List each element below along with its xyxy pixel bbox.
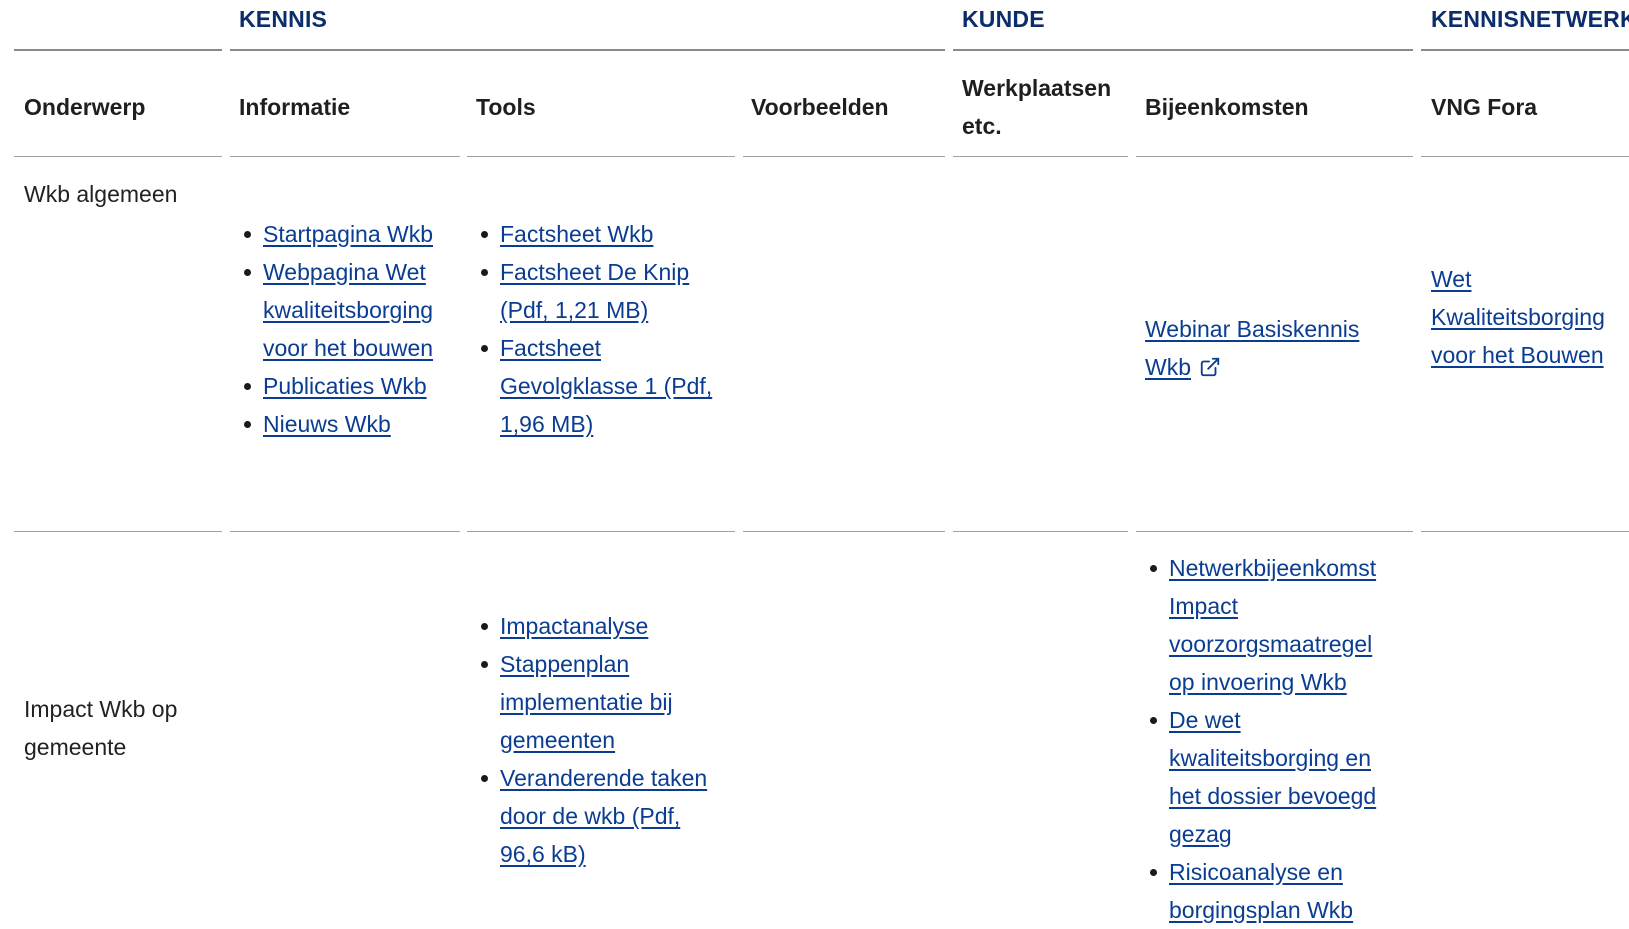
link-webpagina-wkb[interactable]: Webpagina Wet kwaliteitsborging voor het… [263, 259, 433, 361]
vng-fora-cell: Wet Kwaliteitsborging voor het Bouwen [1431, 260, 1626, 374]
rule-header-2 [230, 156, 460, 157]
rule-header-5 [953, 156, 1128, 157]
link-publicaties-wkb[interactable]: Publicaties Wkb [263, 373, 427, 399]
column-header-informatie: Informatie [239, 94, 351, 120]
list-item: De wet kwaliteitsborging en het dossier … [1145, 701, 1397, 853]
rule-row-6 [1136, 531, 1413, 532]
link-startpagina-wkb[interactable]: Startpagina Wkb [263, 221, 433, 247]
list-item: Risicoanalyse en borgingsplan Wkb [1145, 853, 1397, 929]
rule-row-4 [743, 531, 945, 532]
link-impactanalyse[interactable]: Impactanalyse [500, 613, 648, 639]
bijeenkomsten-list: Netwerkbijeenkomst Impact voorzorgsmaatr… [1145, 549, 1397, 929]
column-header-werkplaatsen: Werkplaatsen etc. [962, 75, 1112, 139]
link-stappenplan-implementatie[interactable]: Stappenplan implementatie bij gemeenten [500, 651, 673, 753]
informatie-list: Startpagina Wkb Webpagina Wet kwaliteits… [239, 215, 459, 443]
rule-row-3 [467, 531, 735, 532]
rule-group-kunde [953, 49, 1413, 51]
link-wet-kwaliteitsborging-dossier[interactable]: De wet kwaliteitsborging en het dossier … [1169, 707, 1376, 847]
rule-header-3 [467, 156, 735, 157]
list-item: Veranderende taken door de wkb (Pdf, 96,… [476, 759, 726, 873]
link-text: Webinar Basiskennis Wkb [1145, 316, 1360, 380]
link-factsheet-gevolgklasse-1[interactable]: Factsheet Gevolgklasse 1 (Pdf, 1,96 MB) [500, 335, 712, 437]
list-item: Impactanalyse [476, 607, 726, 645]
rule-header-1 [14, 156, 222, 157]
rule-group-onderwerp [14, 49, 222, 51]
column-header-vng-fora: VNG Fora [1431, 94, 1538, 120]
group-heading-kennisnetwerk: KENNISNETWERK [1431, 6, 1629, 32]
column-header-tools: Tools [476, 94, 536, 120]
list-item: Factsheet De Knip (Pdf, 1,21 MB) [476, 253, 726, 329]
rule-header-6 [1136, 156, 1413, 157]
link-factsheet-wkb[interactable]: Factsheet Wkb [500, 221, 653, 247]
rule-row-2 [230, 531, 460, 532]
list-item: Netwerkbijeenkomst Impact voorzorgsmaatr… [1145, 549, 1397, 701]
rule-row-1 [14, 531, 222, 532]
list-item: Factsheet Wkb [476, 215, 726, 253]
tools-list: Factsheet Wkb Factsheet De Knip (Pdf, 1,… [476, 215, 726, 443]
column-header-onderwerp: Onderwerp [24, 94, 146, 120]
column-header-bijeenkomsten: Bijeenkomsten [1145, 94, 1309, 120]
rule-group-kennisnetwerk [1421, 49, 1629, 51]
group-heading-kunde: KUNDE [962, 6, 1045, 32]
rule-header-4 [743, 156, 945, 157]
external-link-icon [1200, 357, 1220, 377]
rule-row-7 [1421, 531, 1629, 532]
link-wet-kwaliteitsborging[interactable]: Wet Kwaliteitsborging voor het Bouwen [1431, 266, 1605, 368]
column-header-voorbeelden: Voorbeelden [751, 94, 889, 120]
group-heading-kennis: KENNIS [239, 6, 328, 32]
row-topic: Wkb algemeen [24, 181, 178, 207]
rule-row-5 [953, 531, 1128, 532]
tools-list: Impactanalyse Stappenplan implementatie … [476, 607, 726, 873]
link-risicoanalyse-borgingsplan[interactable]: Risicoanalyse en borgingsplan Wkb [1169, 859, 1353, 923]
list-item: Startpagina Wkb [239, 215, 459, 253]
link-factsheet-de-knip[interactable]: Factsheet De Knip (Pdf, 1,21 MB) [500, 259, 689, 323]
bijeenkomsten-cell: Webinar Basiskennis Wkb [1145, 310, 1390, 386]
link-nieuws-wkb[interactable]: Nieuws Wkb [263, 411, 391, 437]
link-veranderende-taken[interactable]: Veranderende taken door de wkb (Pdf, 96,… [500, 765, 707, 867]
list-item: Nieuws Wkb [239, 405, 459, 443]
list-item: Stappenplan implementatie bij gemeenten [476, 645, 726, 759]
list-item: Factsheet Gevolgklasse 1 (Pdf, 1,96 MB) [476, 329, 726, 443]
rule-header-7 [1421, 156, 1629, 157]
link-webinar-basiskennis-wkb[interactable]: Webinar Basiskennis Wkb [1145, 316, 1359, 380]
list-item: Publicaties Wkb [239, 367, 459, 405]
rule-group-kennis [230, 49, 945, 51]
list-item: Webpagina Wet kwaliteitsborging voor het… [239, 253, 459, 367]
link-netwerkbijeenkomst-impact[interactable]: Netwerkbijeenkomst Impact voorzorgsmaatr… [1169, 555, 1376, 695]
row-topic: Impact Wkb op gemeente [24, 696, 178, 760]
